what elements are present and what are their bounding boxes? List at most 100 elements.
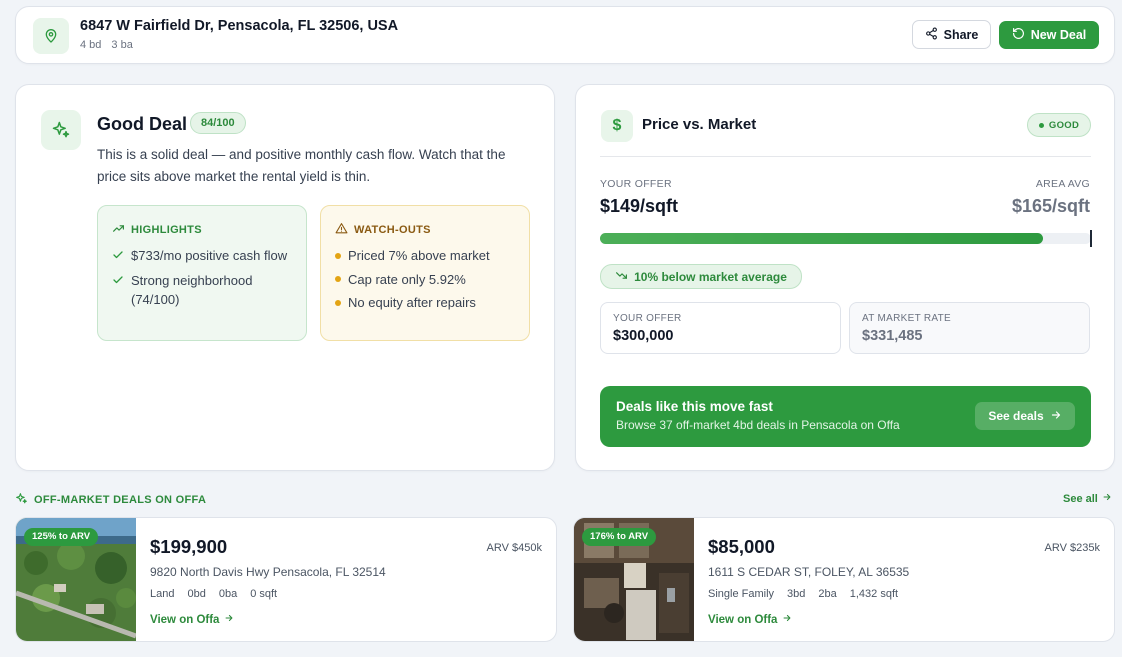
listing-card[interactable]: 125% to ARV $199,900 ARV $450k 9820 Nort… [15, 517, 557, 642]
price-vs-market-title: Price vs. Market [642, 116, 757, 133]
listing-specs: Land 0bd 0ba 0 sqft [150, 588, 277, 600]
listing-sqft: 0 sqft [250, 588, 278, 600]
promo-subtitle: Browse 37 off-market 4bd deals in Pensac… [616, 418, 900, 432]
arrow-right-icon [1102, 492, 1112, 505]
dollar-icon: $ [601, 110, 633, 142]
your-offer-label: YOUR OFFER [600, 178, 672, 190]
new-deal-button[interactable]: New Deal [999, 21, 1099, 49]
watchout-item: Cap rate only 5.92% [335, 270, 520, 289]
highlights-title: HIGHLIGHTS [131, 224, 202, 236]
listing-type: Land [150, 588, 175, 600]
property-address: 6847 W Fairfield Dr, Pensacola, FL 32506… [80, 18, 399, 34]
listing-address: 1611 S CEDAR ST, FOLEY, AL 36535 [708, 565, 910, 579]
listing-arv: ARV $235k [1044, 542, 1100, 554]
listing-address: 9820 North Davis Hwy Pensacola, FL 32514 [150, 565, 386, 579]
promo-title: Deals like this move fast [616, 399, 773, 414]
bullet-dot [335, 299, 341, 306]
listing-baths: 0ba [218, 588, 238, 600]
arrow-right-icon [224, 613, 234, 626]
offmarket-title: OFF-MARKET DEALS ON OFFA [34, 494, 207, 506]
arrow-right-icon [1050, 409, 1062, 424]
below-market-badge: 10% below market average [600, 264, 802, 289]
watchouts-list: Priced 7% above market Cap rate only 5.9… [335, 246, 520, 317]
beds-count: 4 bd [80, 39, 102, 51]
deal-score-badge: 84/100 [190, 112, 246, 134]
highlights-header: HIGHLIGHTS [112, 222, 202, 238]
status-badge: GOOD [1027, 113, 1091, 137]
listing-price: $199,900 [150, 536, 228, 557]
offer-box-value: $300,000 [613, 328, 674, 344]
below-market-text: 10% below market average [634, 269, 787, 284]
price-comparison-bar [600, 233, 1091, 244]
listing-sqft: 1,432 sqft [849, 588, 899, 600]
property-header: 6847 W Fairfield Dr, Pensacola, FL 32506… [15, 6, 1115, 64]
listing-price: $85,000 [708, 536, 775, 557]
baths-count: 3 ba [111, 39, 133, 51]
view-on-offa-label: View on Offa [150, 613, 220, 626]
highlights-list: $733/mo positive cash flow Strong neighb… [112, 246, 297, 314]
listing-specs: Single Family 3bd 2ba 1,432 sqft [708, 588, 898, 600]
bullet-dot [335, 252, 341, 259]
listing-card[interactable]: 176% to ARV $85,000 ARV $235k 1611 S CED… [573, 517, 1115, 642]
trending-down-icon [615, 269, 628, 285]
highlight-item: $733/mo positive cash flow [112, 246, 297, 266]
watchout-text: Cap rate only 5.92% [348, 271, 466, 287]
share-icon [925, 27, 938, 43]
listing-beds: 3bd [787, 588, 806, 600]
status-dot [1038, 122, 1044, 128]
arrow-right-icon [782, 613, 792, 626]
view-on-offa-label: View on Offa [708, 613, 778, 626]
sparkles-icon [41, 110, 81, 150]
price-vs-market-card: $ Price vs. Market GOOD YOUR OFFER $149/… [575, 84, 1115, 471]
listing-beds: 0bd [187, 588, 206, 600]
highlights-panel: HIGHLIGHTS $733/mo positive cash flow St… [97, 205, 307, 341]
check-icon [112, 271, 124, 309]
watchout-item: No equity after repairs [335, 293, 520, 312]
share-label: Share [943, 27, 979, 42]
check-icon [112, 246, 124, 266]
offmarket-section-header: OFF-MARKET DEALS ON OFFA [15, 492, 206, 508]
bullet-dot [335, 276, 341, 282]
share-button[interactable]: Share [912, 20, 991, 49]
offer-box-label: YOUR OFFER [613, 313, 682, 324]
listing-photo: 125% to ARV [16, 518, 137, 641]
highlight-item: Strong neighborhood (74/100) [112, 271, 297, 309]
market-box-value: $331,485 [862, 328, 923, 344]
highlight-text: Strong neighborhood (74/100) [131, 273, 253, 307]
highlight-text: $733/mo positive cash flow [131, 248, 288, 263]
deal-summary-card: Good Deal 84/100 This is a solid deal — … [15, 84, 555, 471]
market-average-marker [1090, 230, 1092, 247]
see-deals-button[interactable]: See deals [975, 402, 1075, 430]
see-all-label: See all [1063, 492, 1098, 505]
listing-photo: 176% to ARV [574, 518, 694, 641]
new-deal-label: New Deal [1030, 28, 1087, 42]
listing-type: Single Family [708, 588, 775, 600]
sparkles-icon [15, 492, 28, 508]
listing-arv: ARV $450k [486, 542, 542, 554]
market-box-label: AT MARKET RATE [862, 313, 952, 324]
arv-percent-badge: 125% to ARV [24, 528, 99, 546]
watchouts-panel: WATCH-OUTS Priced 7% above market Cap ra… [320, 205, 530, 341]
deal-title: Good Deal [97, 114, 188, 134]
price-bar-fill [600, 233, 1044, 244]
area-avg-psf: $165/sqft [1011, 196, 1090, 216]
watchout-item: Priced 7% above market [335, 246, 520, 265]
watchouts-header: WATCH-OUTS [335, 222, 431, 238]
watchouts-title: WATCH-OUTS [354, 224, 431, 236]
alert-triangle-icon [335, 222, 348, 238]
arv-percent-badge: 176% to ARV [582, 528, 657, 546]
see-all-link[interactable]: See all [1063, 492, 1112, 505]
divider [600, 156, 1091, 157]
view-on-offa-link[interactable]: View on Offa [708, 613, 792, 626]
market-price-box: AT MARKET RATE $331,485 [849, 302, 1090, 354]
listing-baths: 2ba [818, 588, 837, 600]
view-on-offa-link[interactable]: View on Offa [150, 613, 234, 626]
refresh-icon [1012, 27, 1025, 43]
watchout-text: No equity after repairs [348, 295, 476, 310]
trending-up-icon [112, 222, 125, 238]
status-label: GOOD [1048, 119, 1080, 131]
deal-description: This is a solid deal — and positive mont… [97, 147, 506, 184]
offer-price-box: YOUR OFFER $300,000 [600, 302, 841, 354]
map-pin-icon [33, 18, 69, 54]
see-deals-label: See deals [988, 409, 1044, 423]
